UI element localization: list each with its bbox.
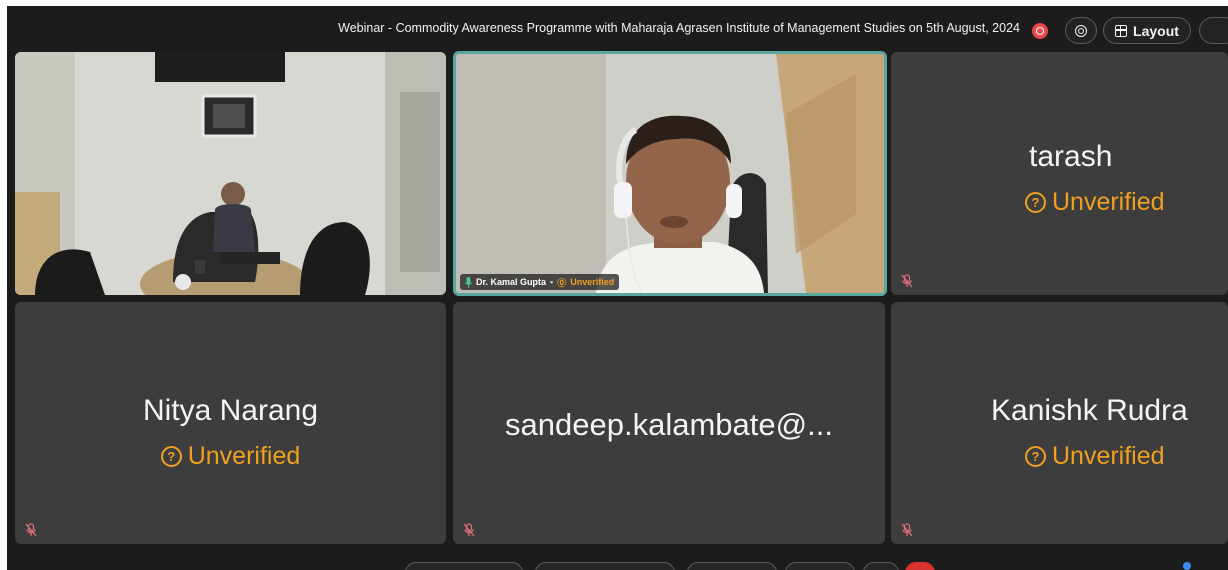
participant-status: Unverified	[187, 442, 301, 470]
participant-status: Unverified	[1052, 442, 1165, 470]
participant-status: Unverified	[1052, 188, 1165, 216]
mic-off-icon	[901, 274, 913, 288]
control-button[interactable]	[687, 562, 777, 570]
unverified-badge: ? Unverified	[891, 188, 1228, 217]
participant-name: sandeep.kalambate@...	[505, 407, 833, 442]
mic-off-icon	[25, 523, 37, 537]
end-call-button[interactable]	[905, 562, 935, 570]
participant-name: Kanishk Rudra	[991, 394, 1188, 427]
unverified-badge: ? Unverified	[891, 442, 1228, 471]
participant-tile[interactable]: Kanishk Rudra ? Unverified	[891, 302, 1228, 544]
notification-dot	[1183, 562, 1191, 570]
active-speaker-tile[interactable]: Dr. Kamal Gupta • ⓪ Unverified	[453, 51, 887, 296]
layout-label: Layout	[1133, 22, 1179, 39]
participant-tile[interactable]: tarash ? Unverified	[891, 52, 1228, 295]
participant-name: Nitya Narang	[142, 394, 319, 427]
more-button[interactable]	[1199, 17, 1228, 44]
top-bar: Webinar - Commodity Awareness Programme …	[7, 6, 1228, 52]
participant-name: Dr. Kamal Gupta	[476, 277, 547, 287]
zoom-icon	[1075, 24, 1087, 37]
control-button[interactable]	[405, 562, 523, 570]
conference-room-video	[15, 52, 446, 295]
question-circle-icon: ?	[160, 446, 182, 467]
separator-dot: •	[550, 277, 554, 287]
speaker-video	[456, 54, 884, 293]
mic-on-icon	[465, 276, 472, 288]
meeting-window: Webinar - Commodity Awareness Programme …	[7, 6, 1228, 570]
control-button[interactable]	[535, 562, 675, 570]
zoom-button[interactable]	[1065, 17, 1097, 44]
grid-icon	[1115, 24, 1128, 37]
question-circle-icon: ?	[1025, 192, 1046, 213]
meeting-title: Webinar - Commodity Awareness Programme …	[338, 21, 1020, 35]
question-circle-icon: ?	[1025, 446, 1046, 467]
participant-status: Unverified	[570, 277, 615, 287]
control-button[interactable]	[863, 562, 899, 570]
mic-off-icon	[463, 523, 475, 537]
participant-tile[interactable]: sandeep.kalambate@...	[453, 302, 885, 544]
unverified-badge: ? Unverified	[15, 442, 446, 471]
layout-button[interactable]: Layout	[1103, 17, 1191, 44]
question-circle-icon: ⓪	[557, 277, 567, 288]
bottom-controls	[7, 552, 1228, 570]
participant-tile[interactable]: Nitya Narang ? Unverified	[15, 302, 446, 544]
participant-name-tag: Dr. Kamal Gupta • ⓪ Unverified	[460, 274, 620, 290]
mic-off-icon	[901, 523, 913, 537]
control-button[interactable]	[785, 562, 855, 570]
record-icon[interactable]	[1032, 23, 1048, 39]
participant-name: tarash	[1029, 140, 1113, 173]
participant-video-tile[interactable]	[15, 52, 446, 295]
